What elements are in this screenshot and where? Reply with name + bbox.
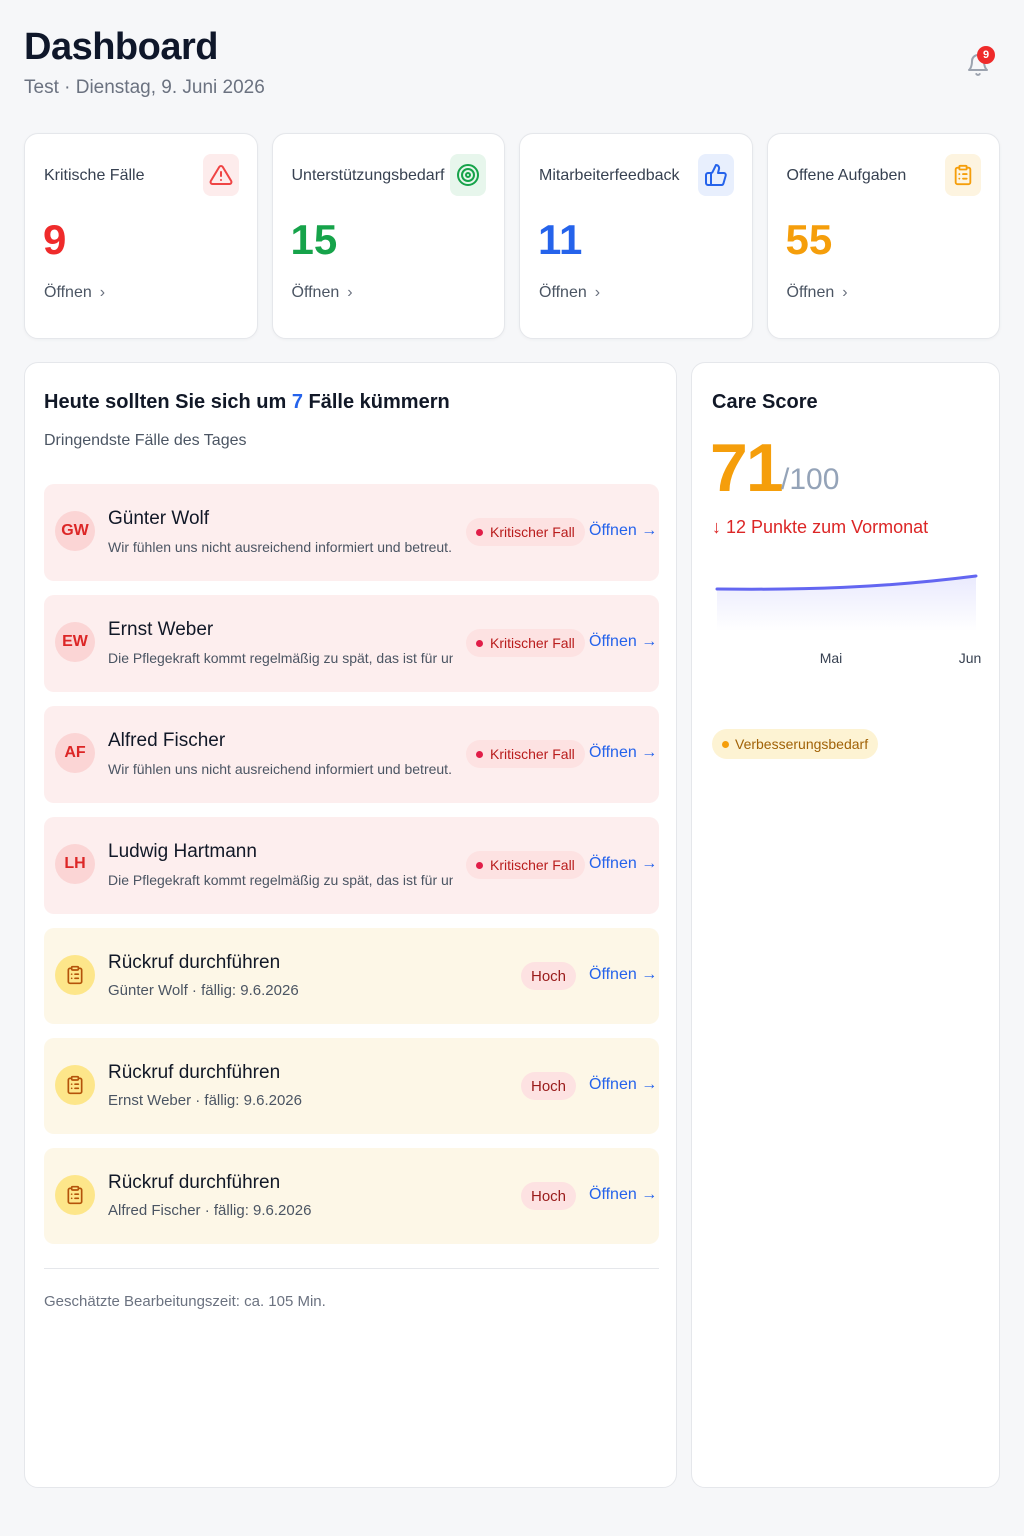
clipboard-icon: [55, 1175, 95, 1215]
chevron-right-icon: ›: [347, 284, 353, 301]
case-name: Alfred Fischer: [108, 730, 226, 751]
page-header: Dashboard Test · Dienstag, 9. Juni 2026 …: [24, 26, 1000, 106]
chevron-right-icon: ›: [842, 284, 848, 301]
priority-badge: Hoch: [521, 1182, 577, 1210]
case-item[interactable]: EW Ernst Weber Die Pflegekraft kommt reg…: [44, 595, 659, 692]
page-subtitle: Test · Dienstag, 9. Juni 2026: [24, 77, 265, 98]
task-item[interactable]: Rückruf durchführen Günter Wolf · fällig…: [44, 928, 659, 1024]
task-title: Rückruf durchführen: [108, 1062, 281, 1083]
task-meta: Ernst Weber · fällig: 9.6.2026: [108, 1092, 302, 1109]
task-open-link[interactable]: Öffnen →: [589, 1076, 657, 1094]
estimated-time: Geschätzte Bearbeitungszeit: ca. 105 Min…: [44, 1293, 326, 1310]
stat-open-link[interactable]: Öffnen ›: [539, 284, 600, 302]
target-icon: [450, 154, 486, 196]
case-open-link[interactable]: Öffnen →: [589, 744, 657, 762]
notification-count-badge: 9: [977, 46, 995, 64]
priority-badge: Hoch: [521, 962, 577, 990]
stat-label: Mitarbeiterfeedback: [539, 167, 680, 184]
case-name: Günter Wolf: [108, 508, 210, 529]
stat-card-critical[interactable]: Kritische Fälle 9 Öffnen ›: [24, 133, 258, 339]
priority-badge: Hoch: [521, 1072, 577, 1100]
case-name: Ludwig Hartmann: [108, 841, 257, 862]
case-description: Die Pflegekraft kommt regelmäßig zu spät…: [108, 650, 453, 666]
avatar: AF: [55, 733, 95, 773]
task-meta: Alfred Fischer · fällig: 9.6.2026: [108, 1202, 312, 1219]
stat-value: 55: [785, 216, 833, 263]
care-score-max: /100: [781, 463, 840, 496]
chevron-right-icon: ›: [594, 284, 601, 301]
case-open-link[interactable]: Öffnen →: [589, 855, 657, 873]
avatar: EW: [55, 622, 95, 662]
care-score-sparkline: Mai Jun: [715, 574, 982, 666]
stat-label: Offene Aufgaben: [786, 167, 907, 184]
task-item[interactable]: Rückruf durchführen Alfred Fischer · fäl…: [44, 1148, 659, 1244]
task-title: Rückruf durchführen: [108, 1172, 281, 1193]
task-meta: Günter Wolf · fällig: 9.6.2026: [108, 982, 299, 999]
task-open-link[interactable]: Öffnen →: [589, 966, 657, 984]
care-score-value: 71: [710, 430, 784, 506]
stat-open-link[interactable]: Öffnen ›: [787, 284, 848, 302]
stat-label: Unterstützungsbedarf: [291, 167, 445, 184]
page-title: Dashboard: [24, 26, 218, 68]
critical-badge: Kritischer Fall: [466, 740, 585, 768]
chevron-right-icon: ›: [99, 284, 106, 301]
case-name: Ernst Weber: [108, 619, 214, 640]
task-title: Rückruf durchführen: [108, 952, 281, 973]
stat-value: 9: [43, 216, 67, 263]
critical-badge: Kritischer Fall: [466, 518, 585, 546]
clipboard-icon: [945, 154, 981, 196]
case-open-link[interactable]: Öffnen →: [589, 522, 657, 540]
status-badge: Verbesserungsbedarf: [712, 729, 879, 759]
stat-label: Kritische Fälle: [44, 167, 145, 184]
today-title: Heute sollten Sie sich um 7 Fälle kümmer…: [44, 391, 450, 413]
task-open-link[interactable]: Öffnen →: [589, 1186, 657, 1204]
care-score-card: Care Score 71 /100 ↓ 12 Punkte zum Vormo…: [691, 362, 1000, 1488]
stat-open-link[interactable]: Öffnen ›: [44, 284, 105, 302]
avatar: LH: [55, 844, 95, 884]
thumbs-up-icon: [697, 154, 734, 196]
stat-card-support[interactable]: Unterstützungsbedarf 15 Öffnen ›: [271, 133, 505, 339]
clipboard-icon: [55, 955, 95, 995]
avatar: GW: [55, 511, 95, 551]
today-cases-card: Heute sollten Sie sich um 7 Fälle kümmer…: [24, 362, 677, 1488]
sparkline-label-mai: Mai: [820, 650, 843, 666]
case-item[interactable]: GW Günter Wolf Wir fühlen uns nicht ausr…: [44, 484, 659, 581]
case-item[interactable]: LH Ludwig Hartmann Die Pflegekraft kommt…: [44, 817, 659, 914]
clipboard-icon: [55, 1065, 95, 1105]
critical-badge: Kritischer Fall: [466, 851, 585, 879]
today-count: 7: [291, 391, 303, 413]
divider: [44, 1268, 659, 1269]
warning-triangle-icon: [202, 154, 239, 196]
stat-card-tasks[interactable]: Offene Aufgaben 55 Öffnen ›: [766, 133, 1000, 339]
stat-value: 15: [290, 216, 338, 263]
sparkline-area: [717, 576, 976, 631]
critical-badge: Kritischer Fall: [466, 629, 585, 657]
care-score-title: Care Score: [712, 391, 818, 413]
notifications-button[interactable]: 9: [964, 46, 996, 82]
care-score-trend: ↓ 12 Punkte zum Vormonat: [712, 517, 929, 537]
case-open-link[interactable]: Öffnen →: [589, 633, 657, 651]
stat-open-link[interactable]: Öffnen ›: [292, 284, 353, 302]
case-item[interactable]: AF Alfred Fischer Wir fühlen uns nicht a…: [44, 706, 659, 803]
case-description: Wir fühlen uns nicht ausreichend informi…: [108, 761, 453, 777]
stats-row: Kritische Fälle 9 Öffnen › Unterstützungs…: [24, 133, 1000, 339]
task-item[interactable]: Rückruf durchführen Ernst Weber · fällig…: [44, 1038, 659, 1134]
today-subtitle: Dringendste Fälle des Tages: [44, 432, 247, 449]
stat-card-feedback[interactable]: Mitarbeiterfeedback 11 Öffnen ›: [519, 133, 753, 339]
stat-value: 11: [538, 216, 583, 263]
case-list: GW Günter Wolf Wir fühlen uns nicht ausr…: [44, 484, 659, 1258]
sparkline-label-jun: Jun: [959, 650, 982, 666]
case-description: Die Pflegekraft kommt regelmäßig zu spät…: [108, 872, 453, 888]
case-description: Wir fühlen uns nicht ausreichend informi…: [108, 539, 453, 555]
